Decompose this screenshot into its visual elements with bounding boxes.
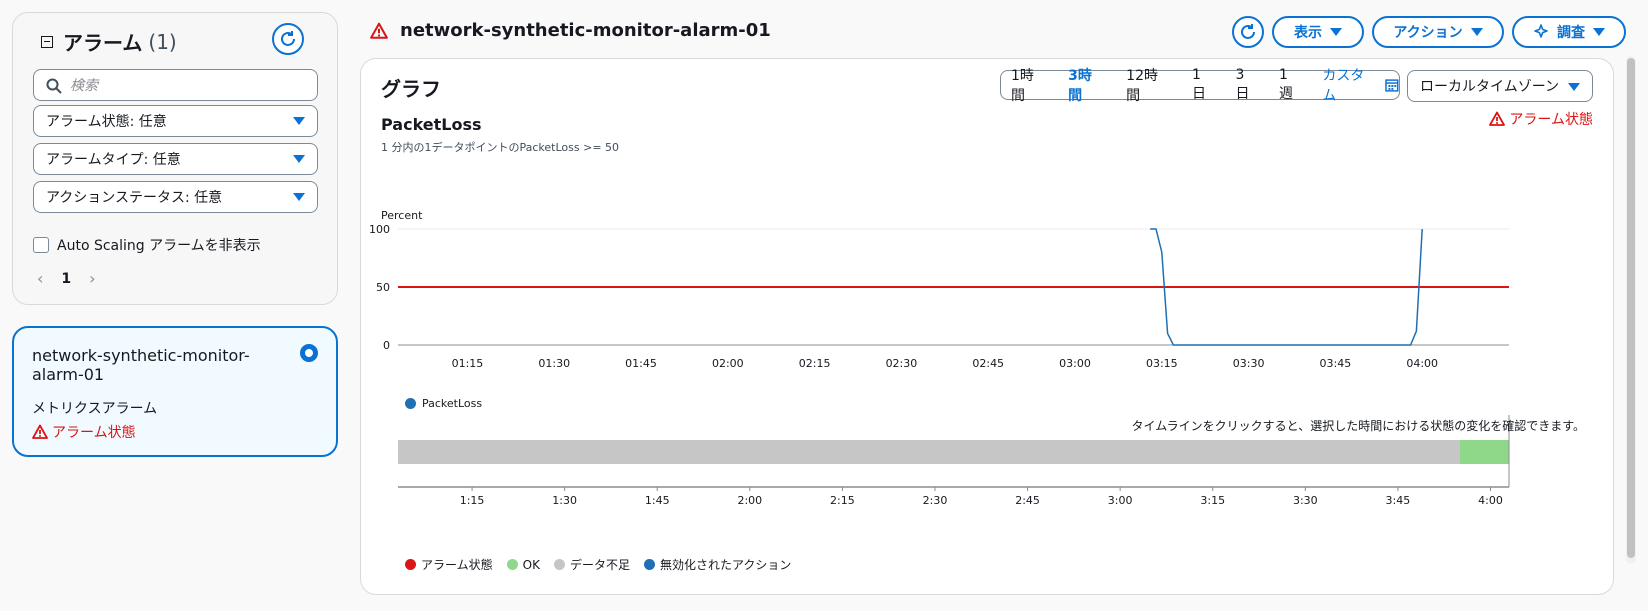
- legend-label: OK: [522, 557, 540, 572]
- alarm-item-state-label: アラーム状態: [52, 425, 136, 441]
- legend-swatch: [553, 559, 565, 570]
- timeline-tick-label: 3:30: [1293, 494, 1318, 507]
- action-status-filter-label: アクションステータス: 任意: [46, 190, 223, 206]
- investigate-dropdown-button[interactable]: 調査: [1512, 16, 1626, 48]
- alarm-type-filter[interactable]: アラームタイプ: 任意: [33, 143, 318, 175]
- alarm-type-filter-label: アラームタイプ: 任意: [46, 152, 181, 168]
- caret-down-icon: [1470, 28, 1483, 36]
- caret-down-icon: [1330, 28, 1342, 36]
- x-tick-label: 01:45: [625, 357, 657, 370]
- timeline-tick-label: 4:00: [1478, 494, 1503, 507]
- caret-down-icon: [293, 117, 305, 125]
- x-tick-label: 03:30: [1233, 357, 1265, 370]
- x-tick-label: 04:00: [1406, 357, 1438, 370]
- alarm-state-filter[interactable]: アラーム状態: 任意: [33, 105, 318, 137]
- alarm-title: network-synthetic-monitor-alarm-01: [400, 20, 771, 41]
- timeline-tick-label: 1:30: [552, 494, 577, 507]
- refresh-icon: [281, 31, 295, 46]
- legend-label-packetloss[interactable]: PacketLoss: [422, 397, 482, 410]
- timeline-tick-label: 3:15: [1200, 494, 1225, 507]
- caret-down-icon: [1593, 28, 1605, 36]
- search-input[interactable]: 検索: [33, 69, 318, 101]
- refresh-button[interactable]: [272, 23, 304, 55]
- warning-icon: [370, 22, 388, 39]
- alarms-heading: アラーム (1): [41, 27, 177, 56]
- timeline-segment: [1459, 440, 1509, 464]
- x-tick-label: 02:00: [712, 357, 744, 370]
- view-button-label: 表示: [1294, 25, 1322, 41]
- warning-icon: [32, 424, 48, 439]
- legend-swatch: [405, 559, 416, 570]
- chevron-left-icon[interactable]: ‹: [37, 269, 43, 288]
- charts-canvas[interactable]: 0 50 100 01:15 01:30 01:45 02:00 02:15 02:30 02:4…: [361, 59, 1615, 596]
- alarm-select-radio[interactable]: [300, 344, 318, 362]
- alarm-item-state: アラーム状態: [32, 422, 136, 442]
- legend-item-insufficient: データ不足: [553, 556, 630, 573]
- scrollbar-thumb[interactable]: [1627, 58, 1635, 558]
- action-status-filter[interactable]: アクションステータス: 任意: [33, 181, 318, 213]
- caret-down-icon: [293, 193, 305, 201]
- legend-label: アラーム状態: [421, 558, 493, 572]
- timeline-tick-label: 3:45: [1386, 494, 1411, 507]
- timeline-tick-label: 3:00: [1108, 494, 1133, 507]
- actions-button-label: アクション: [1393, 25, 1463, 41]
- alarm-item-type: メトリクスアラーム: [32, 401, 158, 417]
- timeline-tick-label: 1:15: [460, 494, 485, 507]
- legend-label: データ不足: [569, 558, 630, 572]
- timeline-hint: タイムラインをクリックすると、選択した時間における状態の変化を確認できます。: [1131, 419, 1585, 433]
- x-tick-label: 03:00: [1059, 357, 1091, 370]
- graph-panel: グラフ 1時間 3時間 12時間 1日 3日 1週 カスタム ローカルタイムゾー…: [360, 58, 1614, 595]
- page-scrollbar[interactable]: [1626, 56, 1636, 564]
- legend-item-ok: OK: [506, 557, 540, 572]
- x-tick-label: 03:15: [1146, 357, 1178, 370]
- view-dropdown-button[interactable]: 表示: [1272, 16, 1364, 48]
- collapse-icon[interactable]: [41, 35, 53, 48]
- timeline-tick-label: 2:30: [923, 494, 948, 507]
- pagination: ‹ 1 ›: [37, 269, 96, 288]
- sparkle-icon: [1534, 24, 1548, 38]
- alarms-panel: アラーム (1) 検索 アラーム状態: 任意 アラームタイプ: 任意 アクション…: [12, 12, 338, 305]
- line-chart-legend: PacketLoss: [405, 397, 482, 410]
- timeline-tick-label: 2:15: [830, 494, 855, 507]
- y-tick-label: 50: [376, 281, 390, 294]
- y-tick-label: 0: [383, 339, 390, 352]
- legend-swatch: [506, 559, 518, 570]
- actions-dropdown-button[interactable]: アクション: [1372, 16, 1504, 48]
- current-page[interactable]: 1: [61, 271, 71, 287]
- alarms-count: (1): [148, 29, 177, 54]
- legend-swatch: [643, 559, 655, 570]
- hide-autoscaling-checkbox[interactable]: [33, 237, 49, 253]
- page-title: network-synthetic-monitor-alarm-01: [370, 20, 771, 41]
- x-tick-label: 03:45: [1320, 357, 1352, 370]
- legend-item-alarm: アラーム状態: [405, 556, 493, 573]
- timeline-tick-label: 1:45: [645, 494, 670, 507]
- alarms-title: アラーム: [63, 31, 143, 55]
- y-tick-label: 100: [369, 223, 390, 236]
- legend-swatch: [405, 398, 416, 409]
- refresh-icon: [1241, 24, 1255, 39]
- hide-autoscaling-label: Auto Scaling アラームを非表示: [57, 238, 261, 254]
- timeline-segment: [398, 440, 1460, 464]
- timeline-tick-label: 2:45: [1015, 494, 1040, 507]
- caret-down-icon: [293, 155, 305, 163]
- x-tick-label: 02:30: [886, 357, 918, 370]
- legend-label: 無効化されたアクション: [659, 558, 792, 572]
- search-placeholder: 検索: [70, 78, 98, 94]
- x-tick-label: 01:30: [538, 357, 570, 370]
- timeline-tick-label: 2:00: [737, 494, 762, 507]
- chevron-right-icon[interactable]: ›: [89, 269, 95, 288]
- investigate-button-label: 調査: [1557, 25, 1585, 41]
- header-refresh-button[interactable]: [1232, 16, 1264, 48]
- x-tick-label: 01:15: [452, 357, 484, 370]
- timeline-legend: アラーム状態 OK データ不足 無効化されたアクション: [405, 556, 791, 573]
- x-tick-label: 02:45: [972, 357, 1004, 370]
- x-tick-label: 02:15: [799, 357, 831, 370]
- search-icon: [46, 78, 62, 94]
- legend-item-disabled: 無効化されたアクション: [643, 556, 792, 573]
- alarm-item-name: network-synthetic-monitor-alarm-01: [32, 346, 250, 384]
- hide-autoscaling-row[interactable]: Auto Scaling アラームを非表示: [33, 235, 261, 255]
- alarm-list-item[interactable]: network-synthetic-monitor-alarm-01 メトリクス…: [12, 326, 338, 457]
- alarm-state-filter-label: アラーム状態: 任意: [46, 114, 167, 130]
